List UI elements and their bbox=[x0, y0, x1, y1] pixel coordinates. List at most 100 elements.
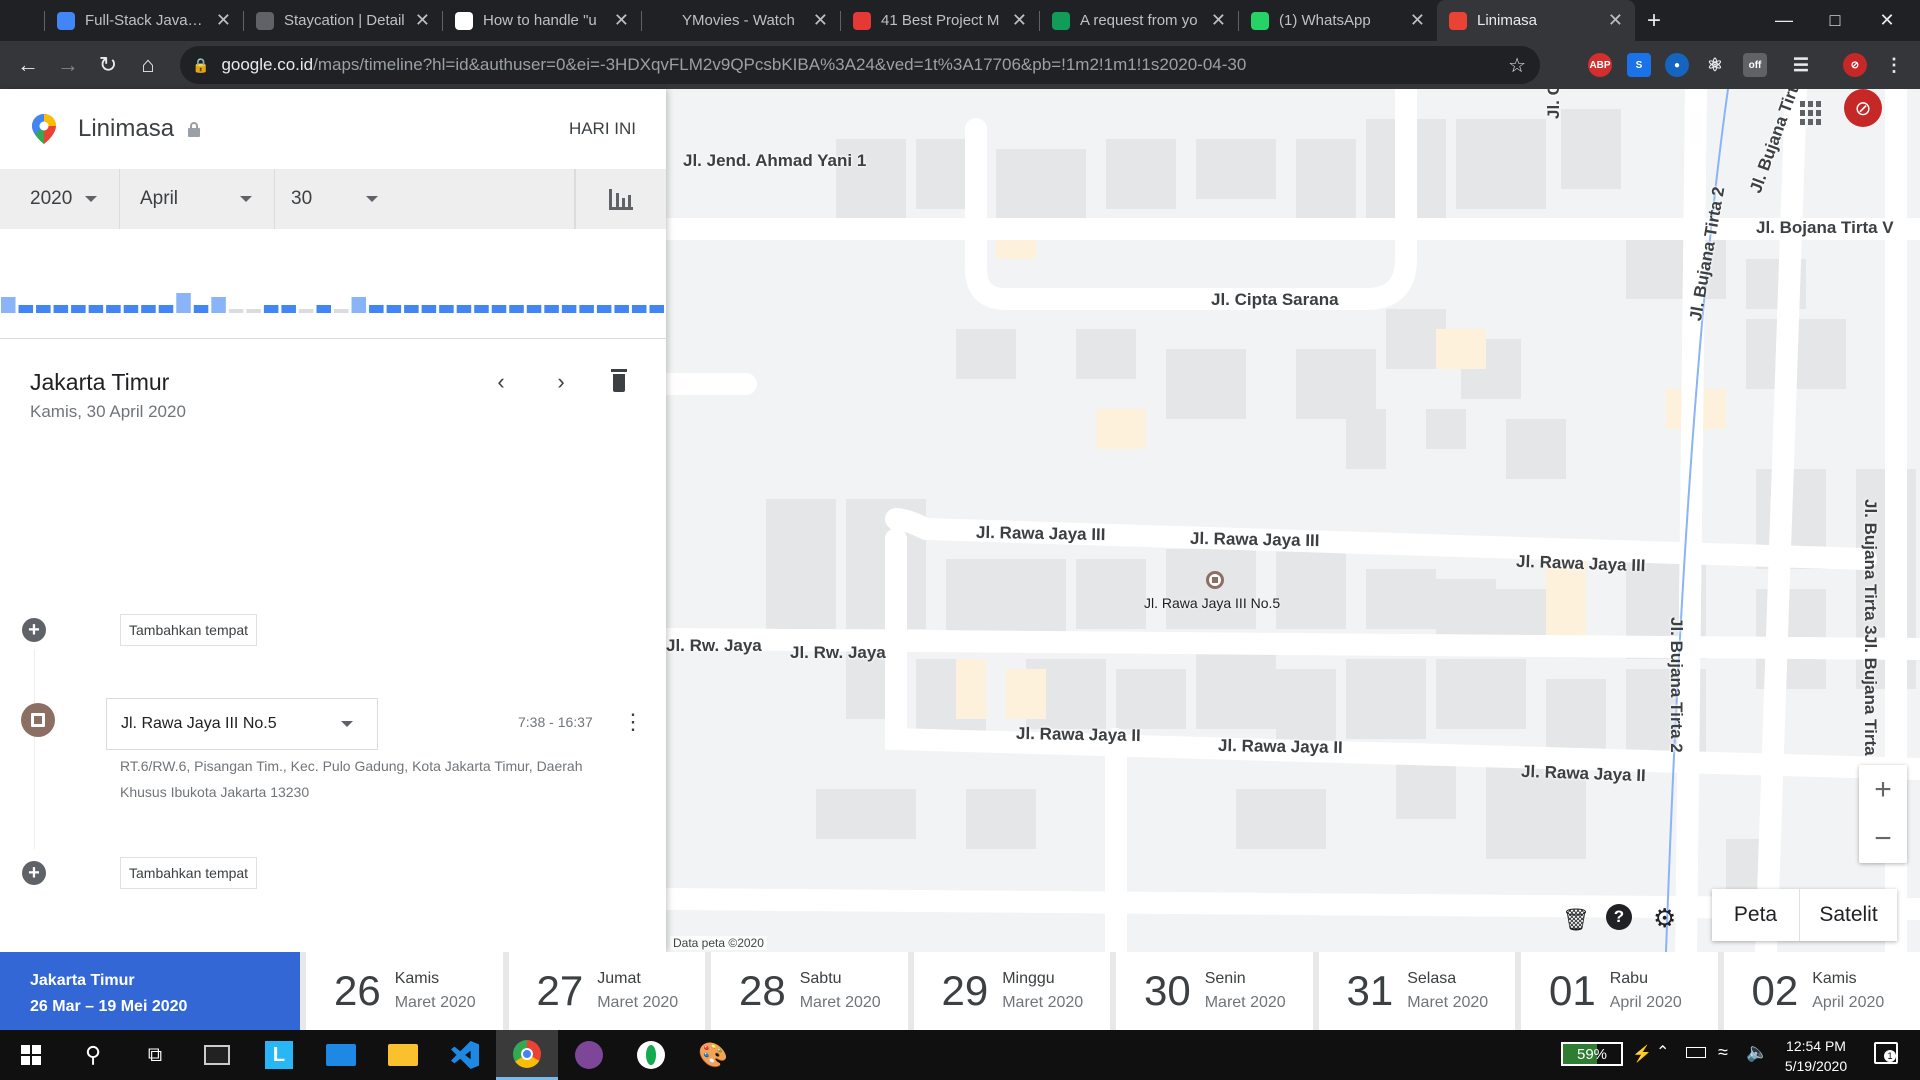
histogram-bar[interactable] bbox=[439, 305, 454, 313]
chrome-icon[interactable] bbox=[496, 1030, 558, 1080]
histogram-bar[interactable] bbox=[386, 305, 402, 313]
map-view-button[interactable]: Peta bbox=[1712, 889, 1800, 941]
browser-tab[interactable]: (1) WhatsApp ✕ bbox=[1239, 0, 1437, 41]
zoom-in-button[interactable]: + bbox=[1859, 765, 1907, 814]
close-tab-icon[interactable]: ✕ bbox=[813, 10, 828, 31]
date-card[interactable]: 26 Kamis Maret 2020 bbox=[306, 952, 503, 1030]
react-devtools-icon[interactable]: ⚛ bbox=[1703, 53, 1727, 77]
off-extension-icon[interactable]: off bbox=[1743, 53, 1767, 77]
year-select[interactable]: 2020 bbox=[0, 169, 120, 229]
activity-histogram[interactable] bbox=[0, 229, 666, 339]
date-range-card[interactable]: Jakarta Timur 26 Mar – 19 Mei 2020 bbox=[0, 952, 300, 1030]
file-explorer-icon[interactable] bbox=[372, 1030, 434, 1080]
histogram-bar[interactable] bbox=[649, 305, 664, 313]
histogram-bar[interactable] bbox=[456, 305, 472, 313]
date-card[interactable]: 28 Sabtu Maret 2020 bbox=[711, 952, 908, 1030]
histogram-bar[interactable] bbox=[614, 305, 629, 313]
minimize-button[interactable]: — bbox=[1761, 0, 1807, 41]
add-place-button[interactable]: Tambahkan tempat bbox=[120, 614, 258, 646]
back-button[interactable]: ← bbox=[8, 45, 48, 85]
histogram-bar[interactable] bbox=[421, 305, 437, 313]
histogram-bar[interactable] bbox=[491, 305, 507, 313]
close-tab-icon[interactable]: ✕ bbox=[216, 10, 231, 31]
satellite-view-button[interactable]: Satelit bbox=[1800, 889, 1897, 941]
close-tab-icon[interactable]: ✕ bbox=[1608, 10, 1623, 31]
clock[interactable]: 12:54 PM 5/19/2020 bbox=[1776, 1036, 1856, 1076]
add-place-button[interactable]: Tambahkan tempat bbox=[120, 857, 258, 889]
close-tab-icon[interactable]: ✕ bbox=[415, 10, 430, 31]
browser-extension-icon[interactable]: ● bbox=[1665, 53, 1689, 77]
histogram-bar[interactable] bbox=[53, 305, 69, 313]
s-extension-icon[interactable]: S bbox=[1627, 53, 1651, 77]
location-marker[interactable] bbox=[1206, 571, 1224, 589]
browser-tab[interactable]: A request from yo ✕ bbox=[1040, 0, 1238, 41]
launcher-l-icon[interactable]: L bbox=[248, 1030, 310, 1080]
histogram-bar[interactable] bbox=[316, 305, 331, 313]
month-select[interactable]: April bbox=[120, 169, 275, 229]
histogram-bar[interactable] bbox=[193, 305, 209, 313]
media-control-icon[interactable]: ☰ bbox=[1789, 53, 1813, 77]
windows-start-icon[interactable] bbox=[0, 1030, 62, 1080]
histogram-bar[interactable] bbox=[211, 297, 226, 313]
help-icon[interactable]: ? bbox=[1606, 904, 1632, 930]
histogram-bar[interactable] bbox=[561, 305, 577, 313]
search-icon[interactable]: ⚲ bbox=[62, 1030, 124, 1080]
paint-icon[interactable]: 🎨 bbox=[682, 1030, 744, 1080]
terminal-icon[interactable] bbox=[186, 1030, 248, 1080]
date-card[interactable]: 27 Jumat Maret 2020 bbox=[508, 952, 705, 1030]
date-card[interactable]: 30 Senin Maret 2020 bbox=[1116, 952, 1313, 1030]
histogram-bar[interactable] bbox=[141, 305, 156, 313]
histogram-bar[interactable] bbox=[246, 309, 261, 313]
histogram-bar[interactable] bbox=[158, 305, 174, 313]
close-tab-icon[interactable]: ✕ bbox=[1211, 10, 1226, 31]
close-tab-icon[interactable]: ✕ bbox=[614, 10, 629, 31]
zoom-out-button[interactable]: − bbox=[1859, 814, 1907, 863]
new-tab-button[interactable]: + bbox=[1647, 7, 1661, 35]
add-place-icon[interactable]: + bbox=[22, 618, 46, 642]
date-card[interactable]: 02 Kamis April 2020 bbox=[1723, 952, 1920, 1030]
settings-gear-icon[interactable]: ⚙ bbox=[1653, 903, 1676, 934]
close-tab-icon[interactable]: ✕ bbox=[1410, 10, 1425, 31]
histogram-bar[interactable] bbox=[281, 305, 296, 313]
visit-place-select[interactable]: Jl. Rawa Jaya III No.5 bbox=[106, 698, 378, 750]
browser-tab[interactable]: YMovies - Watch ✕ bbox=[642, 0, 840, 41]
browser-tab[interactable]: 41 Best Project M ✕ bbox=[841, 0, 1039, 41]
histogram-bar[interactable] bbox=[369, 305, 384, 313]
mail-icon[interactable] bbox=[310, 1030, 372, 1080]
volume-icon[interactable]: 🔈 bbox=[1746, 1042, 1768, 1063]
chrome-menu-icon[interactable]: ⋮ bbox=[1882, 53, 1906, 77]
browser-tab[interactable]: Full-Stack JavaScri ✕ bbox=[45, 0, 243, 41]
adblock-icon[interactable]: ABP bbox=[1588, 53, 1612, 77]
histogram-bar[interactable] bbox=[123, 305, 139, 313]
histogram-bar[interactable] bbox=[263, 305, 279, 313]
histogram-bar[interactable] bbox=[36, 305, 51, 313]
delete-data-icon[interactable]: 🗑 bbox=[1562, 907, 1590, 933]
add-place-icon[interactable]: + bbox=[22, 861, 46, 885]
histogram-bar[interactable] bbox=[526, 305, 542, 313]
bookmark-star-icon[interactable]: ☆ bbox=[1508, 53, 1526, 78]
mongodb-compass-icon[interactable] bbox=[620, 1030, 682, 1080]
map-canvas[interactable]: Jl. Jend. Ahmad Yani 1 Jl. Cipta Sarana … bbox=[666, 89, 1920, 952]
histogram-bar[interactable] bbox=[596, 305, 612, 313]
battery-indicator[interactable]: 59% bbox=[1561, 1042, 1623, 1066]
browser-tab[interactable] bbox=[0, 0, 44, 41]
close-window-button[interactable]: ✕ bbox=[1864, 0, 1910, 41]
task-view-icon[interactable]: ⧉ bbox=[124, 1030, 186, 1080]
histogram-bar[interactable] bbox=[106, 305, 121, 313]
browser-tab[interactable]: Linimasa ✕ bbox=[1437, 0, 1635, 41]
next-day-button[interactable]: › bbox=[546, 367, 576, 397]
notification-center-icon[interactable]: 1 bbox=[1874, 1042, 1898, 1064]
histogram-bar[interactable] bbox=[631, 305, 647, 313]
histogram-bar[interactable] bbox=[334, 309, 349, 313]
date-card[interactable]: 31 Selasa Maret 2020 bbox=[1318, 952, 1515, 1030]
home-button[interactable]: ⌂ bbox=[128, 45, 168, 85]
histogram-bar[interactable] bbox=[351, 297, 367, 313]
browser-tab[interactable]: Staycation | Detail ✕ bbox=[244, 0, 442, 41]
date-card[interactable]: 01 Rabu April 2020 bbox=[1521, 952, 1718, 1030]
histogram-bar[interactable] bbox=[18, 305, 34, 313]
today-button[interactable]: HARI INI bbox=[569, 119, 636, 139]
apps-grid-icon[interactable] bbox=[1800, 101, 1824, 125]
browser-tab[interactable]: How to handle "u ✕ bbox=[443, 0, 641, 41]
histogram-bar[interactable] bbox=[88, 305, 104, 313]
histogram-bar[interactable] bbox=[176, 293, 191, 313]
